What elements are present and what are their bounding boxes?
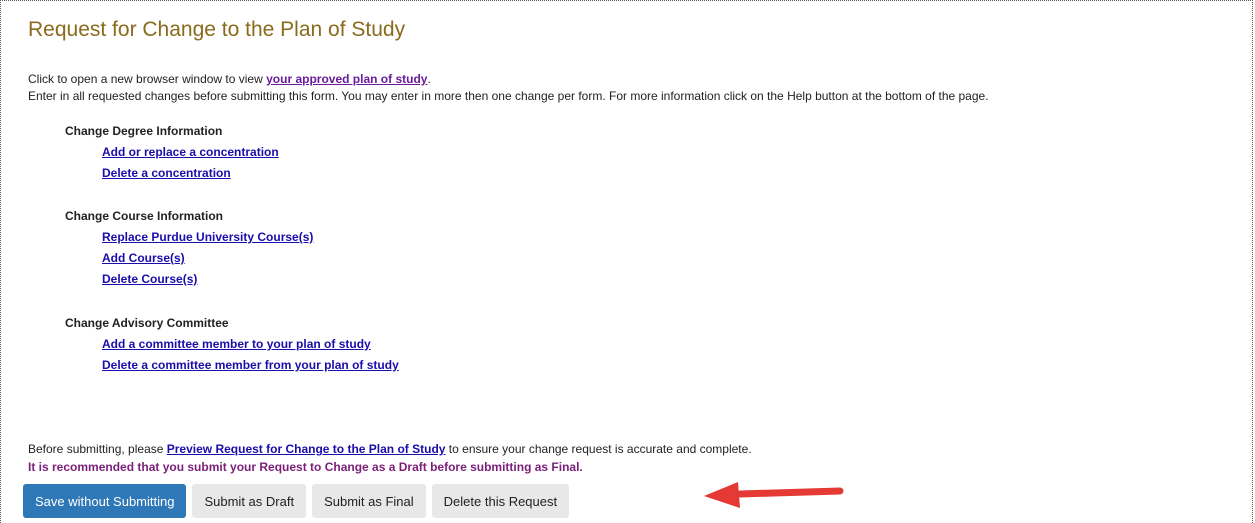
add-committee-member-link[interactable]: Add a committee member to your plan of s… [102, 334, 399, 355]
submit-as-final-button[interactable]: Submit as Final [312, 484, 426, 518]
delete-concentration-link[interactable]: Delete a concentration [102, 163, 279, 184]
add-replace-concentration-link[interactable]: Add or replace a concentration [102, 142, 279, 163]
section-change-committee: Change Advisory Committee Add a committe… [65, 313, 399, 376]
section-change-course: Change Course Information Replace Purdue… [65, 206, 313, 290]
add-course-link[interactable]: Add Course(s) [102, 248, 313, 269]
page-title: Request for Change to the Plan of Study [28, 18, 406, 41]
delete-committee-member-link[interactable]: Delete a committee member from your plan… [102, 355, 399, 376]
intro-line-1: Click to open a new browser window to vi… [28, 71, 989, 88]
preview-suffix: to ensure your change request is accurat… [445, 442, 752, 456]
intro-text: Click to open a new browser window to vi… [28, 71, 989, 105]
intro-line-1-prefix: Click to open a new browser window to vi… [28, 72, 267, 86]
submit-as-draft-button[interactable]: Submit as Draft [192, 484, 307, 518]
preview-prefix: Before submitting, please [28, 442, 167, 456]
section-heading: Change Degree Information [65, 124, 223, 138]
approved-plan-link[interactable]: your approved plan of study [266, 72, 427, 86]
delete-course-link[interactable]: Delete Course(s) [102, 269, 313, 290]
intro-line-2: Enter in all requested changes before su… [28, 89, 989, 103]
draft-recommendation: It is recommended that you submit your R… [28, 460, 583, 474]
section-change-degree: Change Degree Information Add or replace… [65, 121, 279, 184]
preview-instructions: Before submitting, please Preview Reques… [28, 442, 752, 456]
replace-course-link[interactable]: Replace Purdue University Course(s) [102, 227, 313, 248]
delete-request-button[interactable]: Delete this Request [431, 484, 570, 518]
save-without-submitting-button[interactable]: Save without Submitting [23, 484, 187, 518]
section-heading: Change Advisory Committee [65, 316, 229, 330]
action-buttons: Save without Submitting Submit as Draft … [23, 484, 570, 518]
red-arrow-icon [704, 482, 844, 508]
intro-line-1-suffix: . [427, 72, 431, 86]
preview-request-link[interactable]: Preview Request for Change to the Plan o… [167, 442, 446, 456]
section-heading: Change Course Information [65, 209, 224, 223]
